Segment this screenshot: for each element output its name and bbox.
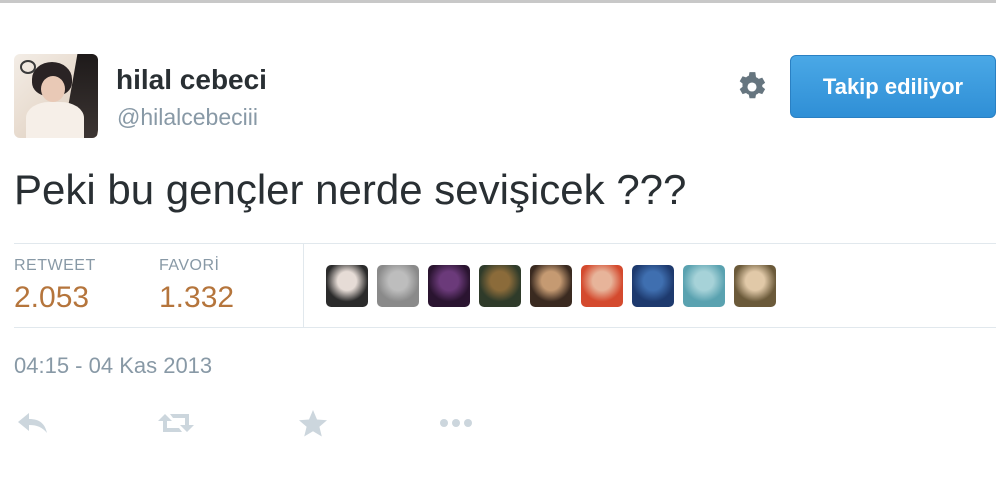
favorited-by-avatar[interactable] bbox=[581, 265, 623, 307]
user-name[interactable]: hilal cebeci bbox=[116, 64, 267, 96]
top-border bbox=[0, 0, 996, 3]
favorited-by-avatar[interactable] bbox=[632, 265, 674, 307]
gear-icon[interactable] bbox=[735, 70, 769, 104]
favorited-by-avatar[interactable] bbox=[326, 265, 368, 307]
favorited-by-avatar[interactable] bbox=[377, 265, 419, 307]
avatar[interactable] bbox=[14, 54, 98, 138]
more-icon[interactable] bbox=[438, 408, 474, 438]
user-handle[interactable]: @hilalcebeciii bbox=[117, 104, 258, 131]
favorited-by-avatar[interactable] bbox=[479, 265, 521, 307]
following-button[interactable]: Takip ediliyor bbox=[790, 55, 996, 118]
retweet-count[interactable]: 2.053 bbox=[14, 281, 89, 315]
favorited-by-avatar[interactable] bbox=[530, 265, 572, 307]
tweet-text: Peki bu gençler nerde sevişicek ??? bbox=[14, 166, 687, 213]
favorite-count[interactable]: 1.332 bbox=[159, 281, 234, 315]
stats-divider bbox=[303, 244, 304, 327]
stats-top-divider bbox=[14, 243, 996, 244]
favorite-label: FAVORİ bbox=[159, 257, 220, 274]
tweet-timestamp[interactable]: 04:15 - 04 Kas 2013 bbox=[14, 353, 212, 379]
favorited-by-avatar[interactable] bbox=[428, 265, 470, 307]
stats-bottom-divider bbox=[14, 327, 996, 328]
star-icon[interactable] bbox=[296, 408, 330, 438]
reply-icon[interactable] bbox=[16, 408, 50, 438]
retweet-label: RETWEET bbox=[14, 257, 96, 274]
favorited-by-avatar[interactable] bbox=[683, 265, 725, 307]
favorited-by-avatar[interactable] bbox=[734, 265, 776, 307]
retweet-icon[interactable] bbox=[157, 408, 195, 438]
